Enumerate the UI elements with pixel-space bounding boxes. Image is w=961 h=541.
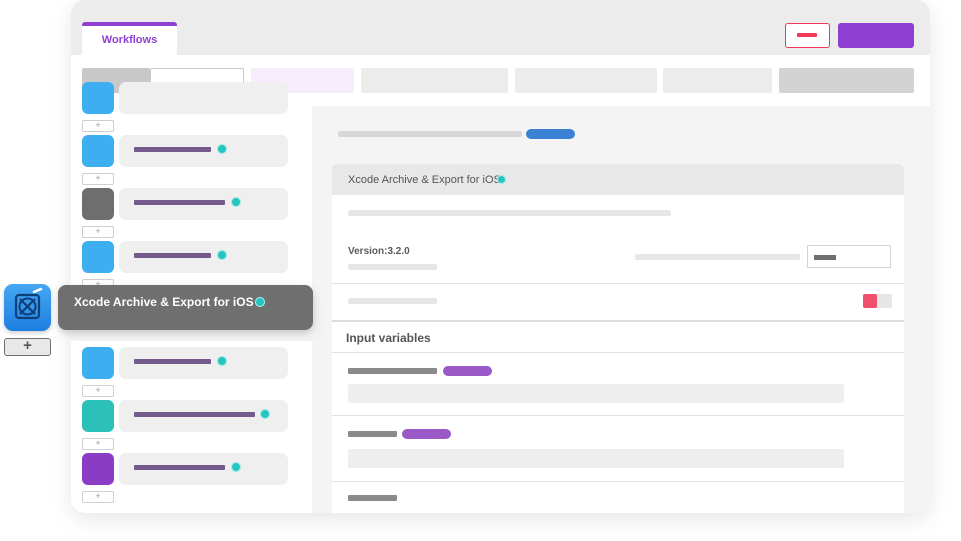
step-detail-card: Xcode Archive & Export for iOS Version:3…: [332, 164, 904, 513]
step-status-dot: [217, 250, 227, 260]
step-title-placeholder: [134, 200, 225, 205]
step-status-dot: [217, 356, 227, 366]
version-input[interactable]: [807, 245, 891, 268]
step-card[interactable]: [119, 82, 288, 114]
step-version-badge: [526, 129, 575, 139]
step-description-placeholder: [348, 210, 671, 216]
add-step-button[interactable]: +: [82, 226, 114, 238]
step-version-label: Version:3.2.0: [348, 246, 410, 257]
tab-workflows[interactable]: Workflows: [82, 22, 177, 55]
input-label-placeholder: [348, 368, 437, 374]
step-detail-header: Xcode Archive & Export for iOS: [332, 164, 904, 195]
step-status-dot: [255, 297, 265, 307]
discard-button[interactable]: [785, 23, 830, 48]
step-icon[interactable]: [82, 135, 114, 167]
step-icon[interactable]: [82, 241, 114, 273]
divider: [332, 283, 904, 284]
step-status-dot: [231, 462, 241, 472]
input-field[interactable]: [348, 449, 844, 468]
add-step-button[interactable]: +: [82, 491, 114, 503]
step-card[interactable]: [119, 400, 288, 432]
step-icon[interactable]: [82, 400, 114, 432]
input-env-badge: [402, 429, 451, 439]
version-input-value-placeholder: [814, 255, 836, 260]
toolbar-tab[interactable]: [663, 68, 772, 93]
step-card[interactable]: [119, 188, 288, 220]
step-title-placeholder: [134, 147, 211, 152]
toggle-knob: [863, 294, 877, 308]
step-icon[interactable]: [82, 82, 114, 114]
xcode-icon-glyph: [14, 287, 43, 320]
divider: [332, 481, 904, 482]
step-title-placeholder: [134, 253, 211, 258]
input-env-badge: [443, 366, 492, 376]
step-title-placeholder: [134, 465, 225, 470]
divider: [332, 415, 904, 416]
step-card[interactable]: [119, 453, 288, 485]
input-label-placeholder: [348, 431, 397, 437]
run-if-label-placeholder: [348, 298, 437, 304]
step-card[interactable]: [119, 135, 288, 167]
step-status-dot: [217, 144, 227, 154]
app-window: Workflows + + + + + + + Xcode Archive & …: [71, 0, 930, 513]
step-detail-panel: Xcode Archive & Export for iOS Version:3…: [312, 106, 930, 513]
toolbar-tab[interactable]: [361, 68, 508, 93]
step-icon[interactable]: [82, 188, 114, 220]
add-step-button[interactable]: +: [82, 385, 114, 397]
breadcrumb-placeholder: [338, 131, 522, 137]
step-card[interactable]: [119, 347, 288, 379]
step-status-dot: [260, 409, 270, 419]
add-step-button[interactable]: +: [82, 120, 114, 132]
step-title-placeholder: [134, 359, 211, 364]
version-subtext-placeholder: [348, 264, 437, 270]
step-icon[interactable]: [82, 453, 114, 485]
toolbar-action[interactable]: [779, 68, 914, 93]
divider: [332, 320, 904, 322]
step-status-dot: [231, 197, 241, 207]
input-variables-title: Input variables: [346, 331, 431, 345]
step-status-dot: [497, 175, 506, 184]
dragged-add-step-button[interactable]: +: [4, 338, 51, 356]
version-update-text-placeholder: [635, 254, 800, 260]
divider: [332, 352, 904, 353]
input-field[interactable]: [348, 384, 844, 403]
toolbar-tab[interactable]: [515, 68, 657, 93]
input-label-placeholder: [348, 495, 397, 501]
add-step-button[interactable]: +: [82, 438, 114, 450]
step-detail-title: Xcode Archive & Export for iOS: [348, 174, 501, 186]
step-card[interactable]: [119, 241, 288, 273]
dragged-step-card[interactable]: Xcode Archive & Export for iOS: [58, 285, 313, 330]
add-step-button[interactable]: +: [82, 173, 114, 185]
step-icon[interactable]: [82, 347, 114, 379]
save-button[interactable]: [838, 23, 914, 48]
step-title-placeholder: [134, 412, 255, 417]
run-if-toggle[interactable]: [863, 294, 892, 308]
discard-label-placeholder: [797, 33, 817, 37]
xcode-icon[interactable]: [4, 284, 51, 331]
dragged-step-title: Xcode Archive & Export for iOS: [74, 295, 254, 309]
